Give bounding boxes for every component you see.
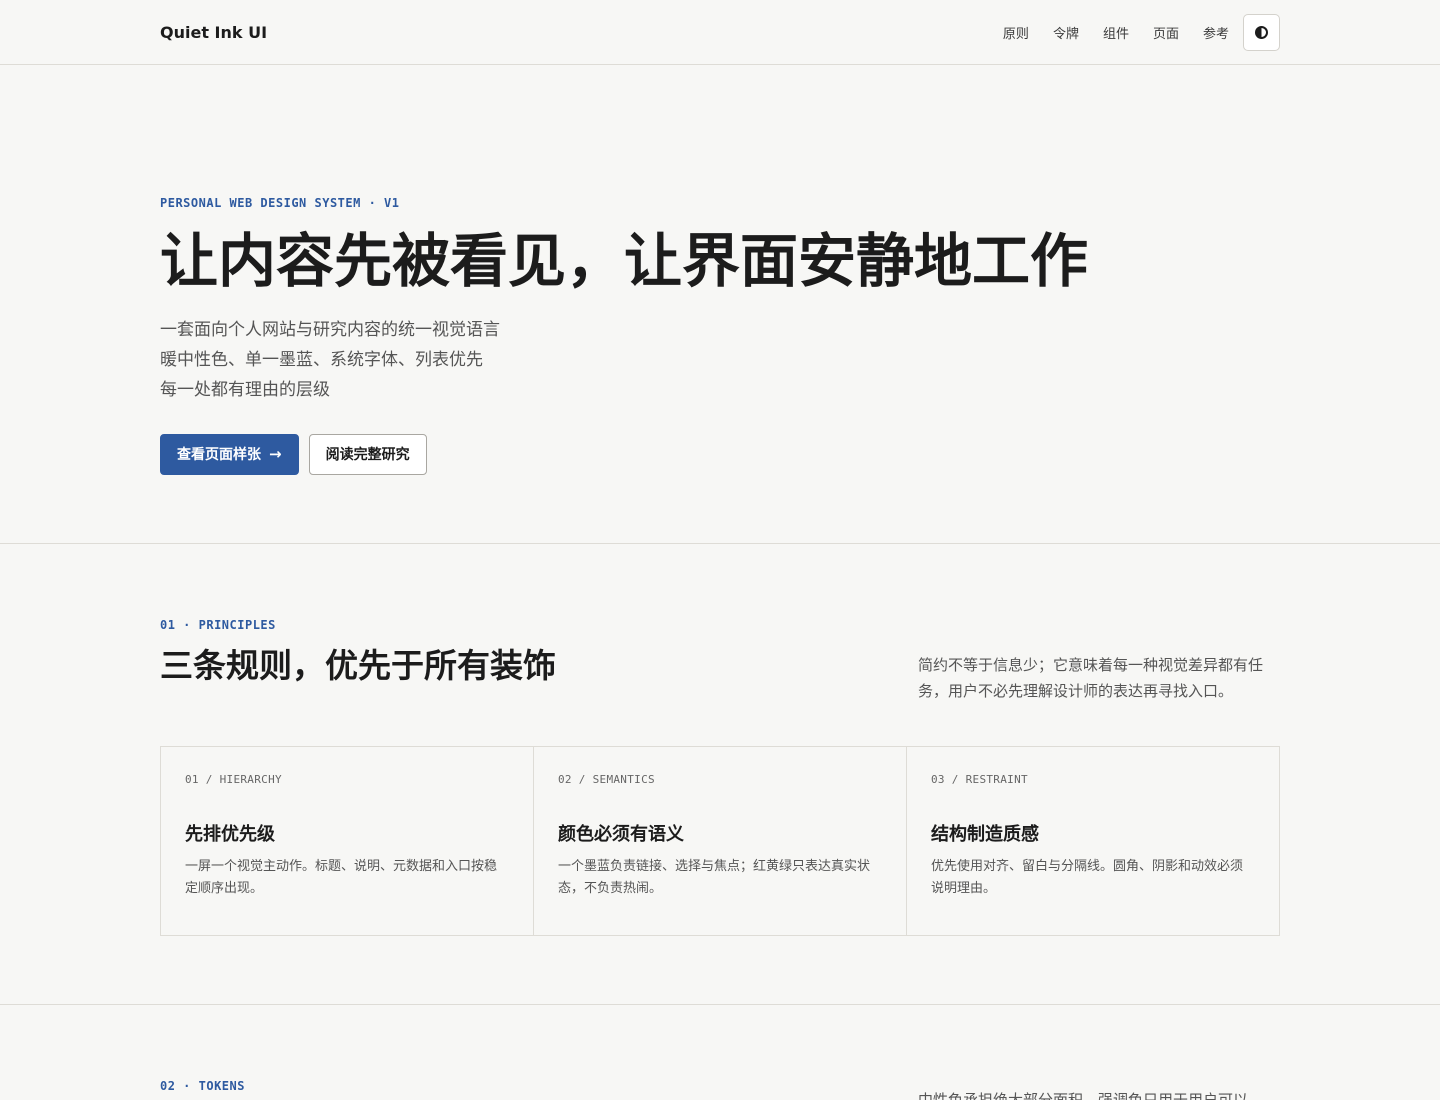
nav-item-components[interactable]: 组件 [1103, 23, 1129, 42]
site-header: Quiet Ink UI 原则 令牌 组件 页面 参考 [0, 0, 1440, 65]
hero-section: PERSONAL WEB DESIGN SYSTEM · V1 让内容先被看见，… [0, 65, 1440, 544]
view-page-samples-button[interactable]: 查看页面样张 → [160, 433, 299, 475]
card-tag: 03 / RESTRAINT [931, 773, 1028, 786]
principles-heading-group: 01 · PRINCIPLES 三条规则，优先于所有装饰 [160, 618, 556, 704]
nav-item-tokens[interactable]: 令牌 [1053, 23, 1079, 42]
theme-toggle-button[interactable] [1243, 13, 1280, 51]
hero-subtitle: 一套面向个人网站与研究内容的统一视觉语言 暖中性色、单一墨蓝、系统字体、列表优先… [160, 315, 1280, 405]
card-body: 优先使用对齐、留白与分隔线。圆角、阴影和动效必须说明理由。 [931, 859, 1244, 896]
read-full-research-button[interactable]: 阅读完整研究 [308, 433, 427, 475]
principles-note: 简约不等于信息少；它意味着每一种视觉差异都有任务，用户不必先理解设计师的表达再寻… [918, 656, 1264, 700]
tokens-eyebrow: 02 · TOKENS [160, 1079, 245, 1093]
view-page-samples-label: 查看页面样张 [177, 447, 261, 464]
principles-title: 三条规则，优先于所有装饰 [160, 646, 556, 685]
principle-card-semantics: 02 / SEMANTICS 颜色必须有语义 一个墨蓝负责链接、选择与焦点；红黄… [534, 747, 907, 935]
principle-cards: 01 / HIERARCHY 先排优先级 一屏一个视觉主动作。标题、说明、元数据… [160, 746, 1280, 936]
tokens-note: 中性色承担绝大部分面积，强调色只用于用户可以 [918, 1091, 1249, 1100]
nav-item-reference[interactable]: 参考 [1203, 23, 1229, 42]
hero-eyebrow: PERSONAL WEB DESIGN SYSTEM · V1 [160, 196, 400, 210]
contrast-icon [1255, 25, 1268, 39]
principle-card-hierarchy: 01 / HIERARCHY 先排优先级 一屏一个视觉主动作。标题、说明、元数据… [161, 747, 534, 935]
tokens-section: 02 · TOKENS 中性色承担绝大部分面积，强调色只用于用户可以 [0, 1005, 1440, 1100]
card-body: 一屏一个视觉主动作。标题、说明、元数据和入口按稳定顺序出现。 [185, 859, 498, 896]
nav-item-pages[interactable]: 页面 [1153, 23, 1179, 42]
card-tag: 02 / SEMANTICS [558, 773, 655, 786]
card-title: 结构制造质感 [931, 824, 1039, 845]
arrow-right-icon: → [269, 445, 282, 464]
tokens-header: 02 · TOKENS 中性色承担绝大部分面积，强调色只用于用户可以 [160, 1079, 1280, 1100]
principles-eyebrow: 01 · PRINCIPLES [160, 618, 276, 632]
hero-actions: 查看页面样张 → 阅读完整研究 [160, 433, 1280, 475]
hero-title: 让内容先被看见，让界面安静地工作 [160, 227, 1089, 295]
card-title: 颜色必须有语义 [558, 824, 684, 845]
principles-header: 01 · PRINCIPLES 三条规则，优先于所有装饰 简约不等于信息少；它意… [160, 618, 1280, 704]
nav-item-principles[interactable]: 原则 [1003, 23, 1029, 42]
principle-card-restraint: 03 / RESTRAINT 结构制造质感 优先使用对齐、留白与分隔线。圆角、阴… [907, 747, 1279, 935]
card-tag: 01 / HIERARCHY [185, 773, 282, 786]
principles-section: 01 · PRINCIPLES 三条规则，优先于所有装饰 简约不等于信息少；它意… [0, 544, 1440, 1005]
hero-subtitle-line: 每一处都有理由的层级 [160, 379, 330, 400]
hero-subtitle-line: 暖中性色、单一墨蓝、系统字体、列表优先 [160, 349, 483, 370]
brand-logo[interactable]: Quiet Ink UI [160, 23, 267, 42]
hero-subtitle-line: 一套面向个人网站与研究内容的统一视觉语言 [160, 319, 500, 340]
card-body: 一个墨蓝负责链接、选择与焦点；红黄绿只表达真实状态，不负责热闹。 [558, 859, 871, 896]
card-title: 先排优先级 [185, 824, 275, 845]
main-nav: 原则 令牌 组件 页面 参考 [1003, 13, 1280, 51]
